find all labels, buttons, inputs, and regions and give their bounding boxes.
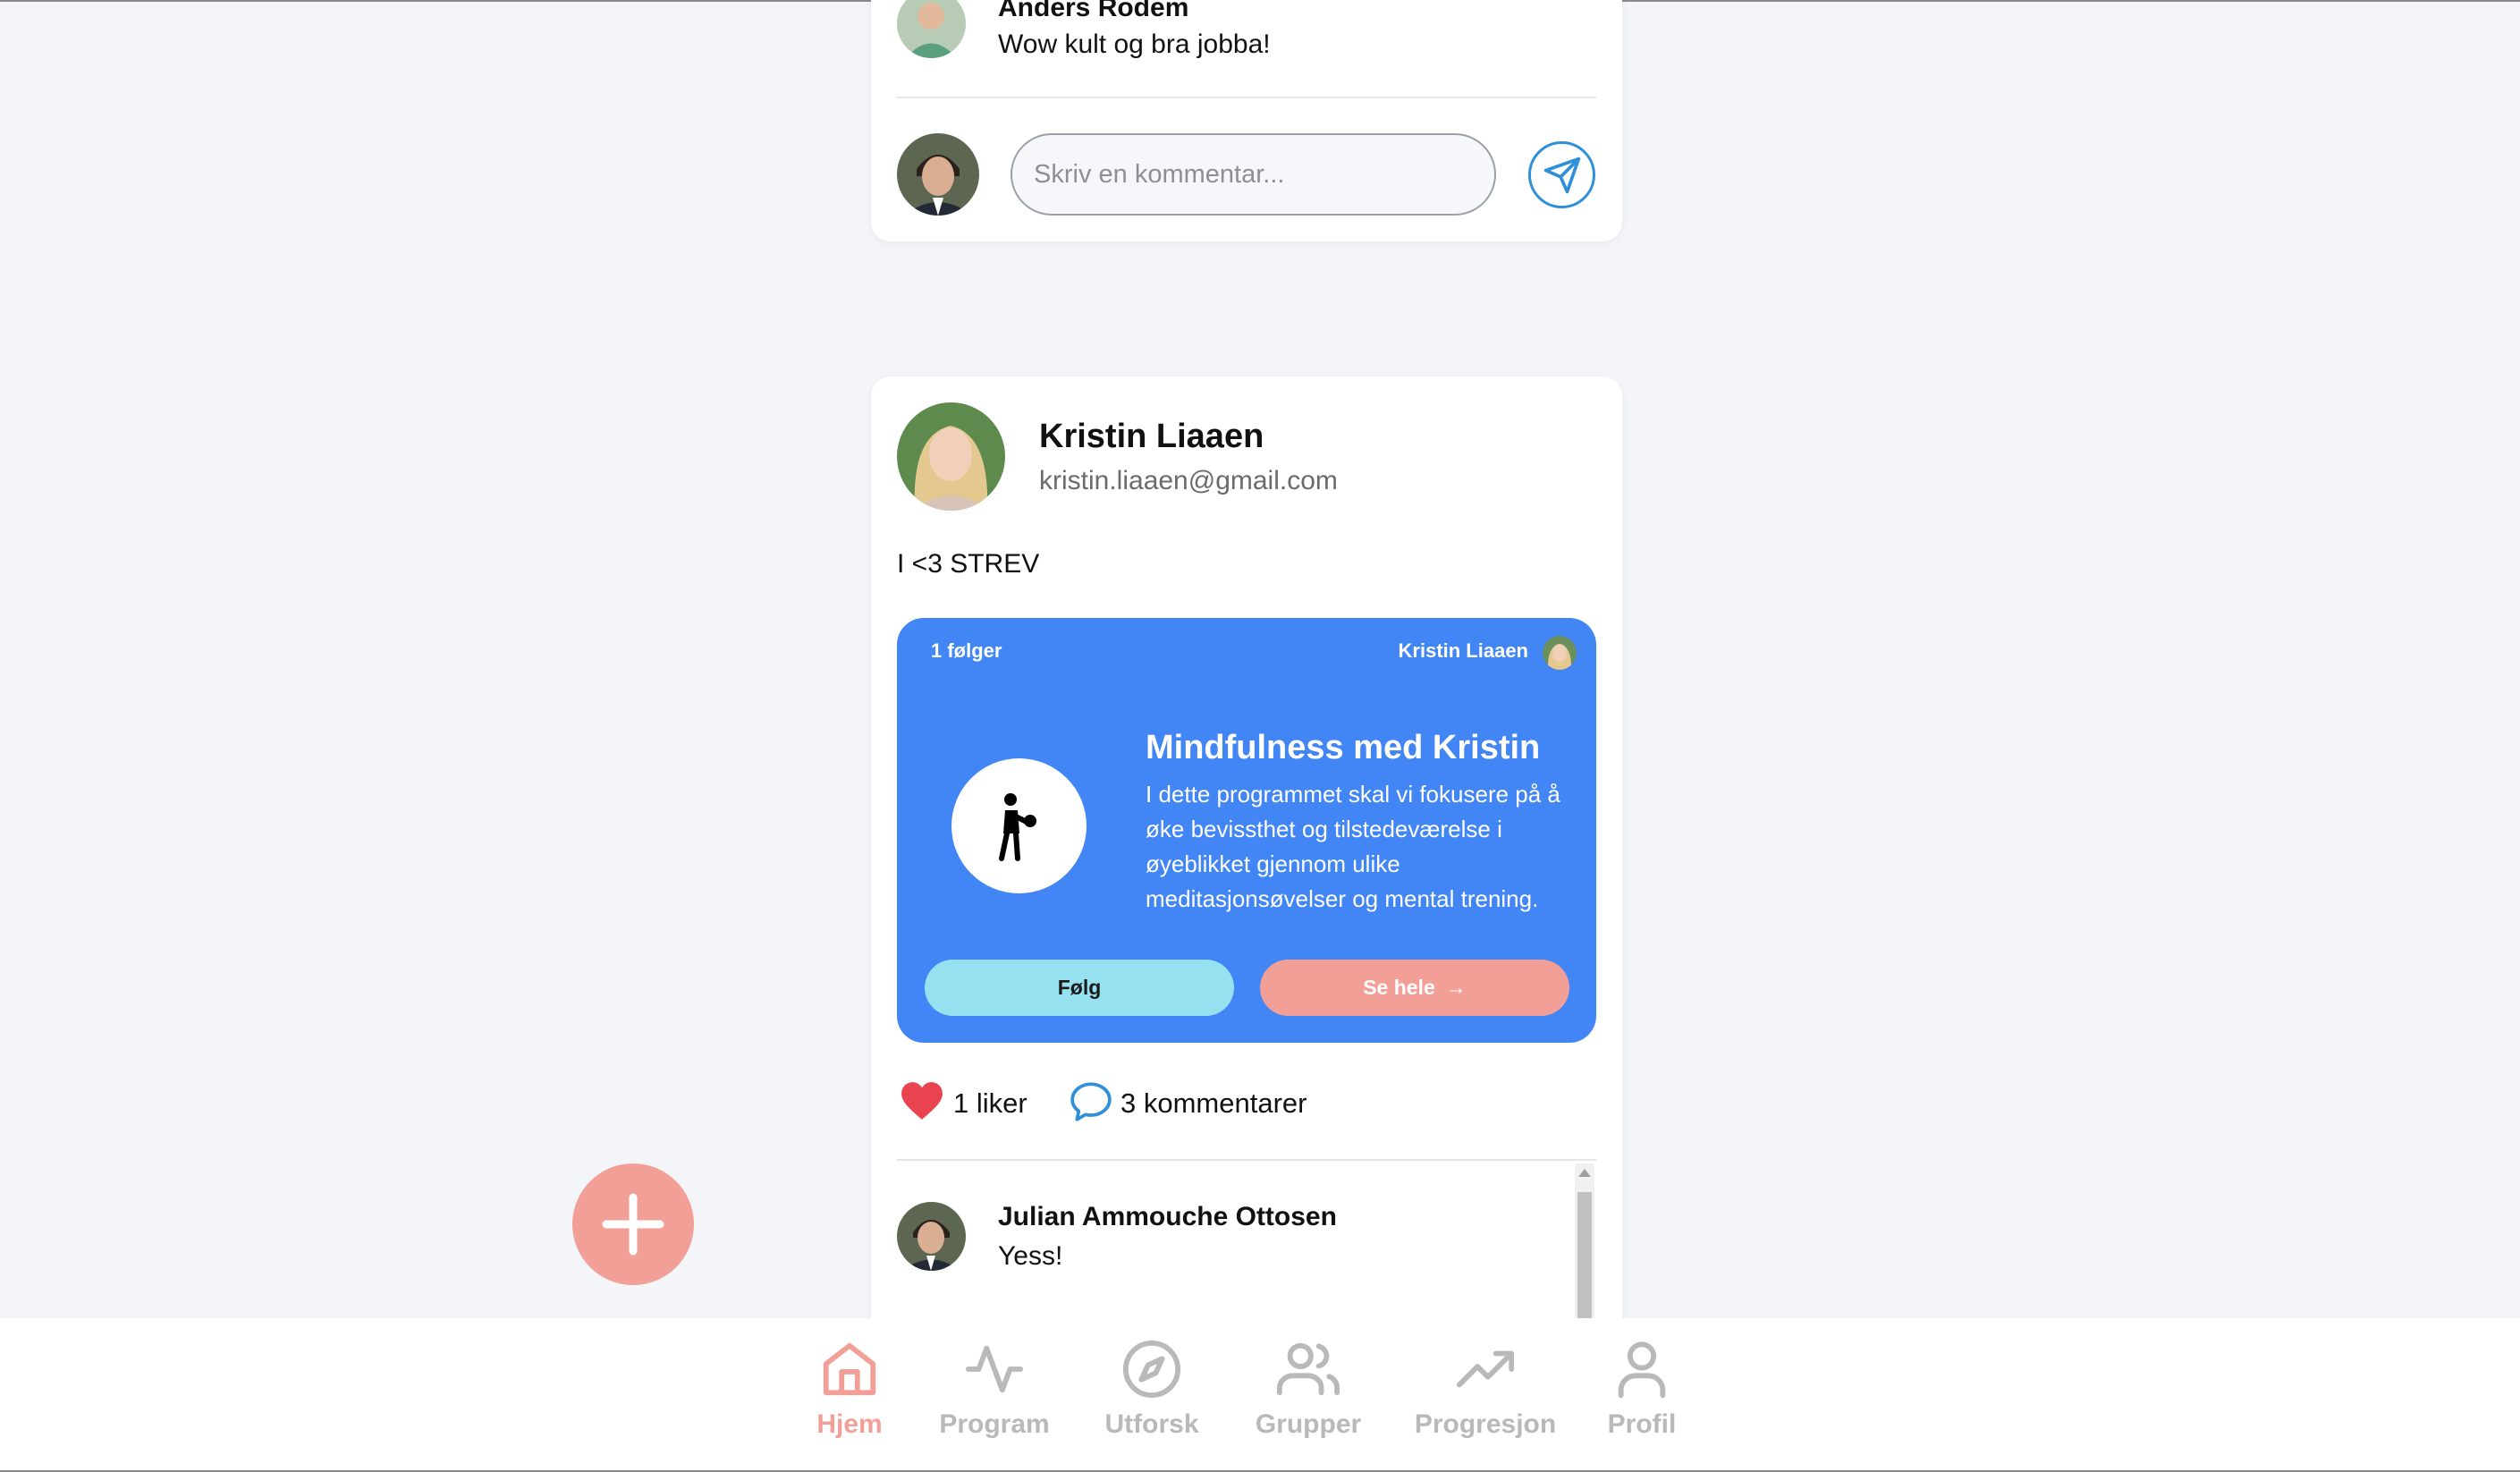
nav-item-program[interactable]: Program: [939, 1338, 1050, 1440]
likes-count: 1 liker: [953, 1087, 1027, 1119]
see-all-button[interactable]: Se hele →: [1260, 960, 1569, 1016]
activity-icon: [965, 1345, 1024, 1393]
comment-author: Julian Ammouche Ottosen: [998, 1202, 1337, 1231]
nav-label: Hjem: [816, 1409, 883, 1439]
nav-label: Grupper: [1255, 1409, 1362, 1439]
comment-input[interactable]: [1011, 133, 1496, 216]
add-post-button[interactable]: [572, 1163, 694, 1285]
compass-icon: [1122, 1340, 1181, 1399]
send-comment-button[interactable]: [1528, 141, 1595, 208]
current-user-avatar: [897, 133, 979, 216]
plus-icon: [602, 1193, 664, 1256]
heart-icon[interactable]: [900, 1080, 944, 1121]
comment-bubble-icon[interactable]: [1069, 1080, 1113, 1123]
comments-count[interactable]: 3 kommentarer: [1120, 1087, 1307, 1120]
nav-item-groups[interactable]: Grupper: [1256, 1338, 1361, 1440]
post-author-email: kristin.liaaen@gmail.com: [1039, 466, 1338, 495]
nav-item-profile[interactable]: Profil: [1608, 1338, 1676, 1440]
program-owner: Kristin Liaaen: [1398, 639, 1528, 662]
send-icon: [1543, 157, 1580, 193]
program-description: I dette programmet skal vi fokusere på å…: [1146, 781, 1560, 912]
commenter-avatar: [897, 1202, 966, 1271]
nav-label: Utforsk: [1104, 1409, 1199, 1439]
post-author-name[interactable]: Kristin Liaaen: [1039, 418, 1264, 456]
users-icon: [1277, 1342, 1340, 1396]
program-icon-circle: [951, 758, 1087, 893]
comments-scrollbar[interactable]: [1575, 1163, 1594, 1319]
nav-label: Progresjon: [1414, 1409, 1557, 1439]
home-icon: [823, 1342, 876, 1396]
arrow-right-icon: →: [1445, 976, 1467, 999]
comment-author: Anders Rodem: [998, 0, 1189, 22]
nav-label: Profil: [1607, 1409, 1677, 1439]
program-card[interactable]: 1 følger Kristin Liaaen Mindfulness med …: [897, 618, 1596, 1043]
bottom-navigation: Hjem Program Utforsk Grupper Progresjon …: [0, 1318, 2520, 1472]
scroll-up-arrow[interactable]: [1578, 1169, 1591, 1177]
post-author-avatar[interactable]: [897, 402, 1005, 511]
boxing-figure-icon: [998, 792, 1036, 861]
user-icon: [1618, 1341, 1666, 1399]
nav-item-home[interactable]: Hjem: [816, 1338, 883, 1440]
program-owner-avatar: [1543, 636, 1577, 670]
see-all-button-label: Se hele: [1363, 976, 1435, 999]
post-text: I <3 STREV: [897, 549, 1040, 579]
nav-item-explore[interactable]: Utforsk: [1105, 1338, 1199, 1440]
comment-text: Wow kult og bra jobba!: [998, 30, 1271, 59]
comment-text: Yess!: [998, 1241, 1063, 1271]
nav-item-progress[interactable]: Progresjon: [1415, 1338, 1556, 1440]
nav-label: Program: [939, 1409, 1050, 1439]
follow-button-label: Følg: [1057, 976, 1102, 999]
trending-up-icon: [1456, 1350, 1515, 1388]
comments-divider: [897, 97, 1596, 98]
scroll-thumb[interactable]: [1577, 1192, 1592, 1319]
program-followers: 1 følger: [931, 639, 1002, 662]
follow-button[interactable]: Følg: [925, 960, 1234, 1016]
program-title: Mindfulness med Kristin: [1146, 729, 1541, 766]
